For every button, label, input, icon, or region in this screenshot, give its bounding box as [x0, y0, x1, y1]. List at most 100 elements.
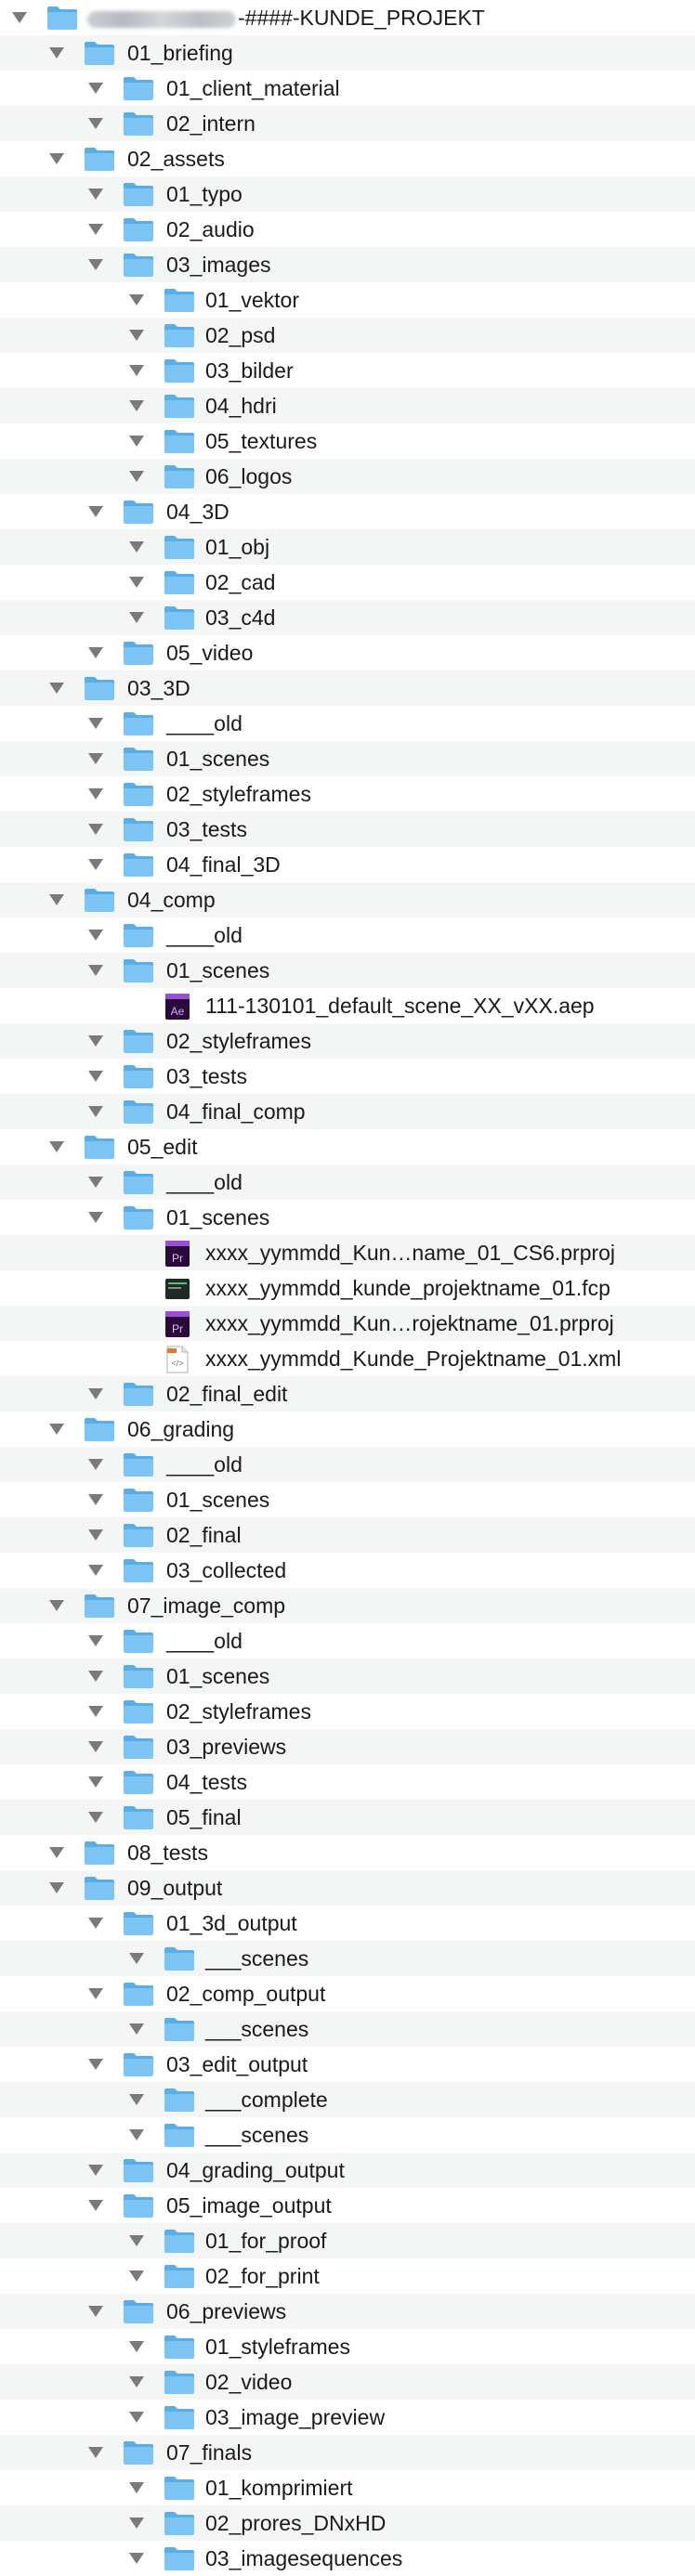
- tree-row-01-scenes[interactable]: 01_scenes: [0, 1482, 695, 1517]
- tree-row-01-for-proof[interactable]: 01_for_proof: [0, 2223, 695, 2258]
- tree-row-02-intern[interactable]: 02_intern: [0, 106, 695, 141]
- tree-row-04-final-comp[interactable]: 04_final_comp: [0, 1094, 695, 1129]
- disclosure-triangle-icon[interactable]: [129, 2376, 144, 2387]
- disclosure-triangle-icon[interactable]: [129, 2517, 144, 2529]
- tree-row-04-3d[interactable]: 04_3D: [0, 494, 695, 529]
- disclosure-triangle-icon[interactable]: [88, 1918, 103, 1929]
- disclosure-triangle-icon[interactable]: [129, 400, 144, 411]
- tree-row-04-final-3d[interactable]: 04_final_3D: [0, 847, 695, 882]
- file-row-xxxx-yymmdd-kunde-projektname-01-xml[interactable]: </> xxxx_yymmdd_Kunde_Projektname_01.xml: [0, 1341, 695, 1376]
- disclosure-triangle-icon[interactable]: [88, 2200, 103, 2211]
- tree-row-03-tests[interactable]: 03_tests: [0, 812, 695, 847]
- tree-row-02-psd[interactable]: 02_psd: [0, 318, 695, 353]
- tree-row-02-final-edit[interactable]: 02_final_edit: [0, 1376, 695, 1412]
- disclosure-triangle-icon[interactable]: [88, 1177, 103, 1188]
- tree-row-01-scenes[interactable]: 01_scenes: [0, 741, 695, 776]
- tree-row-01-3d-output[interactable]: 01_3d_output: [0, 1906, 695, 1941]
- tree-row-01-scenes[interactable]: 01_scenes: [0, 953, 695, 988]
- disclosure-triangle-icon[interactable]: [88, 1671, 103, 1682]
- disclosure-triangle-icon[interactable]: [88, 189, 103, 200]
- tree-row-04-comp[interactable]: 04_comp: [0, 882, 695, 917]
- disclosure-triangle-icon[interactable]: [49, 1847, 64, 1858]
- tree-row-05-edit[interactable]: 05_edit: [0, 1129, 695, 1164]
- tree-row-04-hdri[interactable]: 04_hdri: [0, 388, 695, 423]
- disclosure-triangle-icon[interactable]: [12, 12, 27, 23]
- tree-row-old[interactable]: ____old: [0, 706, 695, 741]
- tree-row-03-previews[interactable]: 03_previews: [0, 1729, 695, 1764]
- tree-row-02-for-print[interactable]: 02_for_print: [0, 2258, 695, 2294]
- tree-row-02-styleframes[interactable]: 02_styleframes: [0, 1023, 695, 1059]
- disclosure-triangle-icon[interactable]: [88, 224, 103, 235]
- tree-row-01-styleframes[interactable]: 01_styleframes: [0, 2329, 695, 2364]
- disclosure-triangle-icon[interactable]: [88, 753, 103, 764]
- tree-row-01-vektor[interactable]: 01_vektor: [0, 282, 695, 318]
- disclosure-triangle-icon[interactable]: [88, 1635, 103, 1646]
- tree-row-01-obj[interactable]: 01_obj: [0, 529, 695, 565]
- disclosure-triangle-icon[interactable]: [129, 2412, 144, 2423]
- disclosure-triangle-icon[interactable]: [88, 1812, 103, 1823]
- disclosure-triangle-icon[interactable]: [129, 2270, 144, 2282]
- disclosure-triangle-icon[interactable]: [88, 83, 103, 94]
- disclosure-triangle-icon[interactable]: [88, 259, 103, 270]
- tree-row-02-styleframes[interactable]: 02_styleframes: [0, 776, 695, 812]
- tree-row-05-video[interactable]: 05_video: [0, 635, 695, 670]
- tree-row-03-images[interactable]: 03_images: [0, 247, 695, 282]
- tree-row-old[interactable]: ____old: [0, 1447, 695, 1482]
- tree-row-03-3d[interactable]: 03_3D: [0, 670, 695, 706]
- tree-row-scenes[interactable]: ___scenes: [0, 1941, 695, 1976]
- disclosure-triangle-icon[interactable]: [129, 294, 144, 306]
- tree-row-old[interactable]: ____old: [0, 1164, 695, 1200]
- tree-row-03-bilder[interactable]: 03_bilder: [0, 353, 695, 388]
- disclosure-triangle-icon[interactable]: [49, 1141, 64, 1152]
- disclosure-triangle-icon[interactable]: [49, 1600, 64, 1611]
- tree-row-03-edit-output[interactable]: 03_edit_output: [0, 2047, 695, 2082]
- disclosure-triangle-icon[interactable]: [88, 1388, 103, 1399]
- disclosure-triangle-icon[interactable]: [129, 330, 144, 341]
- tree-row-02-audio[interactable]: 02_audio: [0, 212, 695, 247]
- disclosure-triangle-icon[interactable]: [88, 965, 103, 976]
- disclosure-triangle-icon[interactable]: [88, 1106, 103, 1117]
- tree-row-01-komprimiert[interactable]: 01_komprimiert: [0, 2470, 695, 2505]
- tree-row-02-styleframes[interactable]: 02_styleframes: [0, 1694, 695, 1729]
- disclosure-triangle-icon[interactable]: [88, 930, 103, 941]
- tree-row-scenes[interactable]: ___scenes: [0, 2117, 695, 2153]
- tree-row-scenes[interactable]: ___scenes: [0, 2011, 695, 2047]
- disclosure-triangle-icon[interactable]: [129, 577, 144, 588]
- tree-row-02-final[interactable]: 02_final: [0, 1517, 695, 1553]
- disclosure-triangle-icon[interactable]: [88, 1212, 103, 1223]
- tree-row-02-prores-dnxhd[interactable]: 02_prores_DNxHD: [0, 2505, 695, 2541]
- tree-row-01-briefing[interactable]: 01_briefing: [0, 35, 695, 71]
- disclosure-triangle-icon[interactable]: [88, 1529, 103, 1541]
- disclosure-triangle-icon[interactable]: [88, 2447, 103, 2458]
- file-row-xxxx-yymmdd-kun-name-01-cs6-prproj[interactable]: Pr xxxx_yymmdd_Kun…name_01_CS6.prproj: [0, 1235, 695, 1270]
- disclosure-triangle-icon[interactable]: [129, 612, 144, 623]
- tree-row-05-textures[interactable]: 05_textures: [0, 423, 695, 459]
- tree-row-08-tests[interactable]: 08_tests: [0, 1835, 695, 1870]
- disclosure-triangle-icon[interactable]: [129, 1953, 144, 1964]
- file-row-111-130101-default-scene-xx-vxx-aep[interactable]: Ae 111-130101_default_scene_XX_vXX.aep: [0, 988, 695, 1023]
- file-row-xxxx-yymmdd-kun-rojektname-01-prproj[interactable]: Pr xxxx_yymmdd_Kun…rojektname_01.prproj: [0, 1306, 695, 1341]
- tree-row-02-assets[interactable]: 02_assets: [0, 141, 695, 176]
- disclosure-triangle-icon[interactable]: [49, 1424, 64, 1435]
- disclosure-triangle-icon[interactable]: [88, 1776, 103, 1788]
- disclosure-triangle-icon[interactable]: [49, 894, 64, 905]
- tree-row-03-collected[interactable]: 03_collected: [0, 1553, 695, 1588]
- tree-row-03-c4d[interactable]: 03_c4d: [0, 600, 695, 635]
- tree-row-06-previews[interactable]: 06_previews: [0, 2294, 695, 2329]
- tree-row-06-logos[interactable]: 06_logos: [0, 459, 695, 494]
- tree-row-03-image-preview[interactable]: 03_image_preview: [0, 2400, 695, 2435]
- tree-row-05-image-output[interactable]: 05_image_output: [0, 2188, 695, 2223]
- disclosure-triangle-icon[interactable]: [129, 471, 144, 482]
- disclosure-triangle-icon[interactable]: [88, 1459, 103, 1470]
- disclosure-triangle-icon[interactable]: [88, 824, 103, 835]
- disclosure-triangle-icon[interactable]: [49, 47, 64, 59]
- tree-row-old[interactable]: ____old: [0, 917, 695, 953]
- disclosure-triangle-icon[interactable]: [88, 1494, 103, 1505]
- tree-row-04-grading-output[interactable]: 04_grading_output: [0, 2153, 695, 2188]
- disclosure-triangle-icon[interactable]: [88, 1741, 103, 1752]
- file-row-xxxx-yymmdd-kunde-projektname-01-fcp[interactable]: xxxx_yymmdd_kunde_projektname_01.fcp: [0, 1270, 695, 1306]
- disclosure-triangle-icon[interactable]: [88, 1035, 103, 1047]
- tree-row-old[interactable]: ____old: [0, 1623, 695, 1659]
- disclosure-triangle-icon[interactable]: [88, 118, 103, 129]
- tree-row-01-typo[interactable]: 01_typo: [0, 176, 695, 212]
